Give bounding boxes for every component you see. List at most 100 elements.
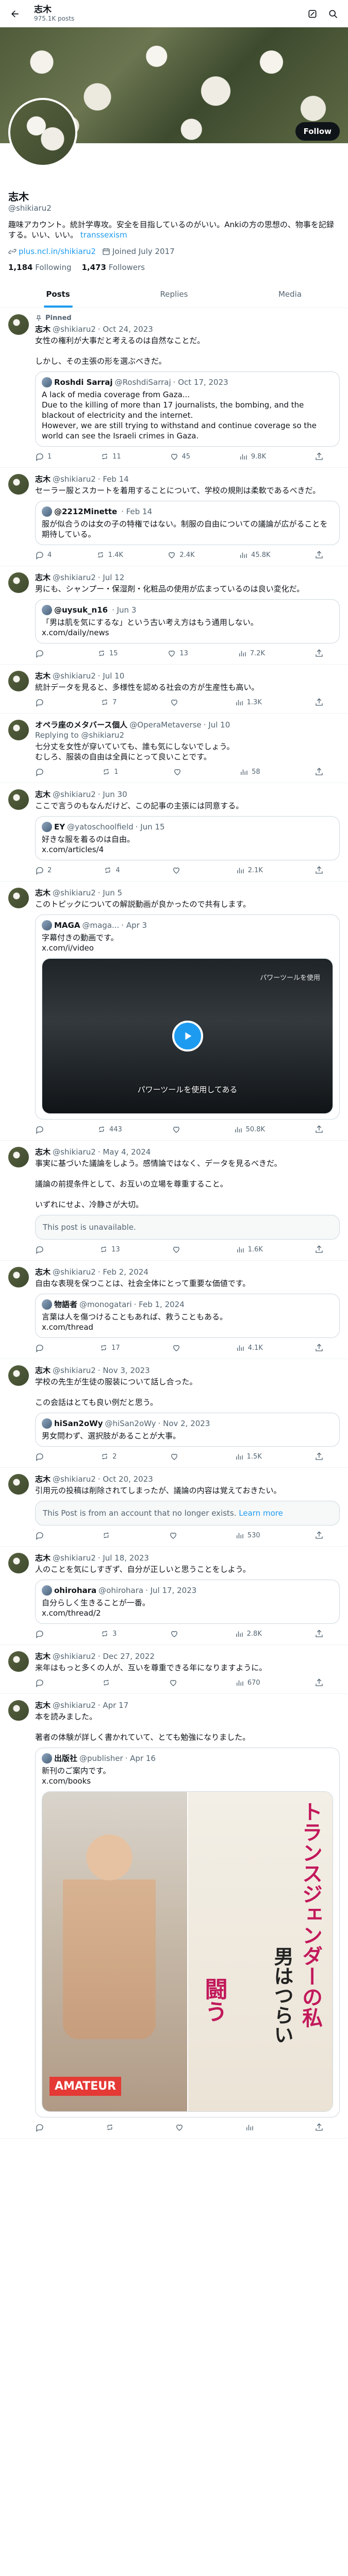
tweet-author-name[interactable]: 志木 <box>35 1651 51 1662</box>
tweet-date[interactable]: · Jun 5 <box>98 888 122 898</box>
tweet[interactable]: 志木 @shikiaru2 · Feb 2, 2024 自由な表現を保つことは、社会全… <box>0 1261 348 1359</box>
tweet-date[interactable]: · Feb 14 <box>98 474 129 484</box>
quoted-post[interactable]: MAGA @maga... · Apr 3 字幕付きの動画です。 x.com/i/vi… <box>35 914 340 1120</box>
share-button[interactable] <box>314 649 324 658</box>
tweet-author-handle[interactable]: @shikiaru2 <box>53 1365 96 1376</box>
like-button[interactable] <box>169 1678 181 1687</box>
views-button[interactable]: 45.8K <box>239 550 271 560</box>
tweet[interactable]: 志木 @shikiaru2 · Jun 5 このトピックについての解説動画が良かったの… <box>0 882 348 1141</box>
tweet-author-handle[interactable]: @shikiaru2 <box>53 789 96 800</box>
tweet-author-handle[interactable]: @shikiaru2 <box>53 1700 96 1710</box>
share-button[interactable] <box>314 1343 324 1352</box>
share-button[interactable] <box>314 1125 324 1134</box>
views-button[interactable]: 4.1K <box>236 1343 263 1352</box>
tab-media[interactable]: Media <box>232 280 348 308</box>
tweet[interactable]: 志木 @shikiaru2 · Dec 27, 2022 来年はもっと多くの人が、互い… <box>0 1645 348 1694</box>
tweet-date[interactable]: · Oct 20, 2023 <box>98 1474 153 1484</box>
tweet-date[interactable]: · Jul 18, 2023 <box>98 1553 149 1563</box>
tweet-avatar[interactable] <box>8 1700 29 1721</box>
quoted-post[interactable]: 出版社 @publisher · Apr 16 新刊のご案内です。 x.com/boo… <box>35 1748 340 2117</box>
tweet-author-handle[interactable]: @shikiaru2 <box>53 324 96 334</box>
share-button[interactable] <box>314 1531 324 1540</box>
repost-button[interactable]: 2 <box>100 1452 117 1461</box>
reply-button[interactable] <box>35 1678 47 1687</box>
grok-button[interactable] <box>304 5 321 23</box>
tweet-date[interactable]: · Dec 27, 2022 <box>98 1651 155 1662</box>
views-button[interactable]: 530 <box>235 1531 260 1540</box>
tweet-avatar[interactable] <box>8 888 29 908</box>
tweet-date[interactable]: · Nov 3, 2023 <box>98 1365 150 1376</box>
book-cover-right[interactable]: トランスジェンダーの私 男はつらい 闘う <box>188 1792 333 2111</box>
tweet-author-name[interactable]: 志木 <box>35 474 51 484</box>
tweet-date[interactable]: · Feb 2, 2024 <box>98 1267 148 1277</box>
tweet-avatar[interactable] <box>8 1474 29 1495</box>
tweet-date[interactable]: · Oct 24, 2023 <box>98 324 153 334</box>
repost-button[interactable]: 1 <box>102 767 119 776</box>
repost-button[interactable]: 4 <box>103 866 120 875</box>
share-button[interactable] <box>314 767 324 776</box>
repost-button[interactable]: 13 <box>99 1245 120 1254</box>
tweet[interactable]: 志木 @shikiaru2 · Feb 14 セーラー服とスカートを着用することについ… <box>0 468 348 566</box>
quoted-post[interactable]: ohirohara @ohirohara · Jul 17, 2023 自分らしく生き… <box>35 1580 340 1624</box>
reply-button[interactable] <box>35 1629 47 1638</box>
tweet-avatar[interactable] <box>8 789 29 810</box>
tweet-author-name[interactable]: 志木 <box>35 324 51 334</box>
reply-button[interactable] <box>35 1245 47 1254</box>
tweet-avatar[interactable] <box>8 572 29 593</box>
tweet-avatar[interactable] <box>8 1365 29 1386</box>
tweet-author-handle[interactable]: @shikiaru2 <box>53 474 96 484</box>
like-button[interactable] <box>172 1343 184 1352</box>
repost-button[interactable] <box>102 1678 114 1687</box>
tweet-author-handle[interactable]: @shikiaru2 <box>53 1147 96 1157</box>
tweet-date[interactable]: · Jul 10 <box>98 671 125 681</box>
tab-posts[interactable]: Posts <box>0 280 116 308</box>
reply-button[interactable] <box>35 649 47 658</box>
tweet-author-name[interactable]: 志木 <box>35 572 51 583</box>
tweet-author-handle[interactable]: @OperaMetaverse <box>129 720 201 730</box>
video-media[interactable]: パワーツールを使用 パワーツールを使用してある <box>42 958 333 1114</box>
share-button[interactable] <box>314 866 324 875</box>
like-button[interactable] <box>170 698 182 707</box>
views-button[interactable]: 7.2K <box>238 649 265 658</box>
tweet-author-name[interactable]: 志木 <box>35 1700 51 1710</box>
share-button[interactable] <box>314 1678 324 1687</box>
like-button[interactable] <box>175 2123 187 2132</box>
tweet[interactable]: オペラ座のメタバース個人 @OperaMetaverse · Jul 10 Reply… <box>0 714 348 783</box>
reply-button[interactable] <box>35 1343 47 1352</box>
views-button[interactable]: 1.6K <box>236 1245 263 1254</box>
repost-button[interactable]: 3 <box>100 1629 117 1638</box>
quoted-post[interactable]: hiSan2oWy @hiSan2oWy · Nov 2, 2023 男女問わず、選択… <box>35 1413 340 1447</box>
tweet-avatar[interactable] <box>8 1267 29 1287</box>
views-button[interactable]: 1.3K <box>235 698 262 707</box>
tweet-date[interactable]: · Jun 30 <box>98 789 127 800</box>
views-button[interactable]: 9.8K <box>239 452 266 461</box>
tweet-author-name[interactable]: 志木 <box>35 671 51 681</box>
repost-button[interactable]: 443 <box>97 1125 122 1134</box>
tweet-avatar[interactable] <box>8 474 29 495</box>
share-button[interactable] <box>314 1629 324 1638</box>
reply-button[interactable] <box>35 1125 47 1134</box>
quoted-post[interactable]: EY @yatoschoolfield · Jun 15 好きな服を着るのは自由。 x… <box>35 816 340 860</box>
back-button[interactable] <box>6 5 24 23</box>
tweet-author-name[interactable]: 志木 <box>35 1267 51 1277</box>
search-button[interactable] <box>324 5 342 23</box>
views-button[interactable]: 58 <box>239 767 260 776</box>
repost-button[interactable] <box>105 2123 118 2132</box>
like-button[interactable] <box>170 1629 182 1638</box>
share-button[interactable] <box>314 550 324 560</box>
following-count[interactable]: 1,184 Following <box>8 263 71 272</box>
tweet-date[interactable]: · Jul 12 <box>98 572 125 583</box>
views-button[interactable]: 1.5K <box>235 1452 262 1461</box>
tweet-avatar[interactable] <box>8 720 29 740</box>
tweet-author-handle[interactable]: @shikiaru2 <box>53 1651 96 1662</box>
follow-button[interactable]: Follow <box>295 122 340 141</box>
like-button[interactable] <box>172 1125 184 1134</box>
like-button[interactable] <box>172 1245 184 1254</box>
tweet-date[interactable]: · Apr 17 <box>98 1700 128 1710</box>
tweet[interactable]: 志木 @shikiaru2 · Apr 17 本を読みました。 著者の体験が詳しく書か… <box>0 1694 348 2139</box>
profile-avatar[interactable] <box>8 98 77 167</box>
book-images[interactable]: AMATEUR トランスジェンダーの私 男はつらい 闘う <box>42 1791 333 2112</box>
tweet-author-handle[interactable]: @shikiaru2 <box>53 1553 96 1563</box>
tweet-avatar[interactable] <box>8 671 29 691</box>
tweet-author-name[interactable]: 志木 <box>35 1147 51 1157</box>
